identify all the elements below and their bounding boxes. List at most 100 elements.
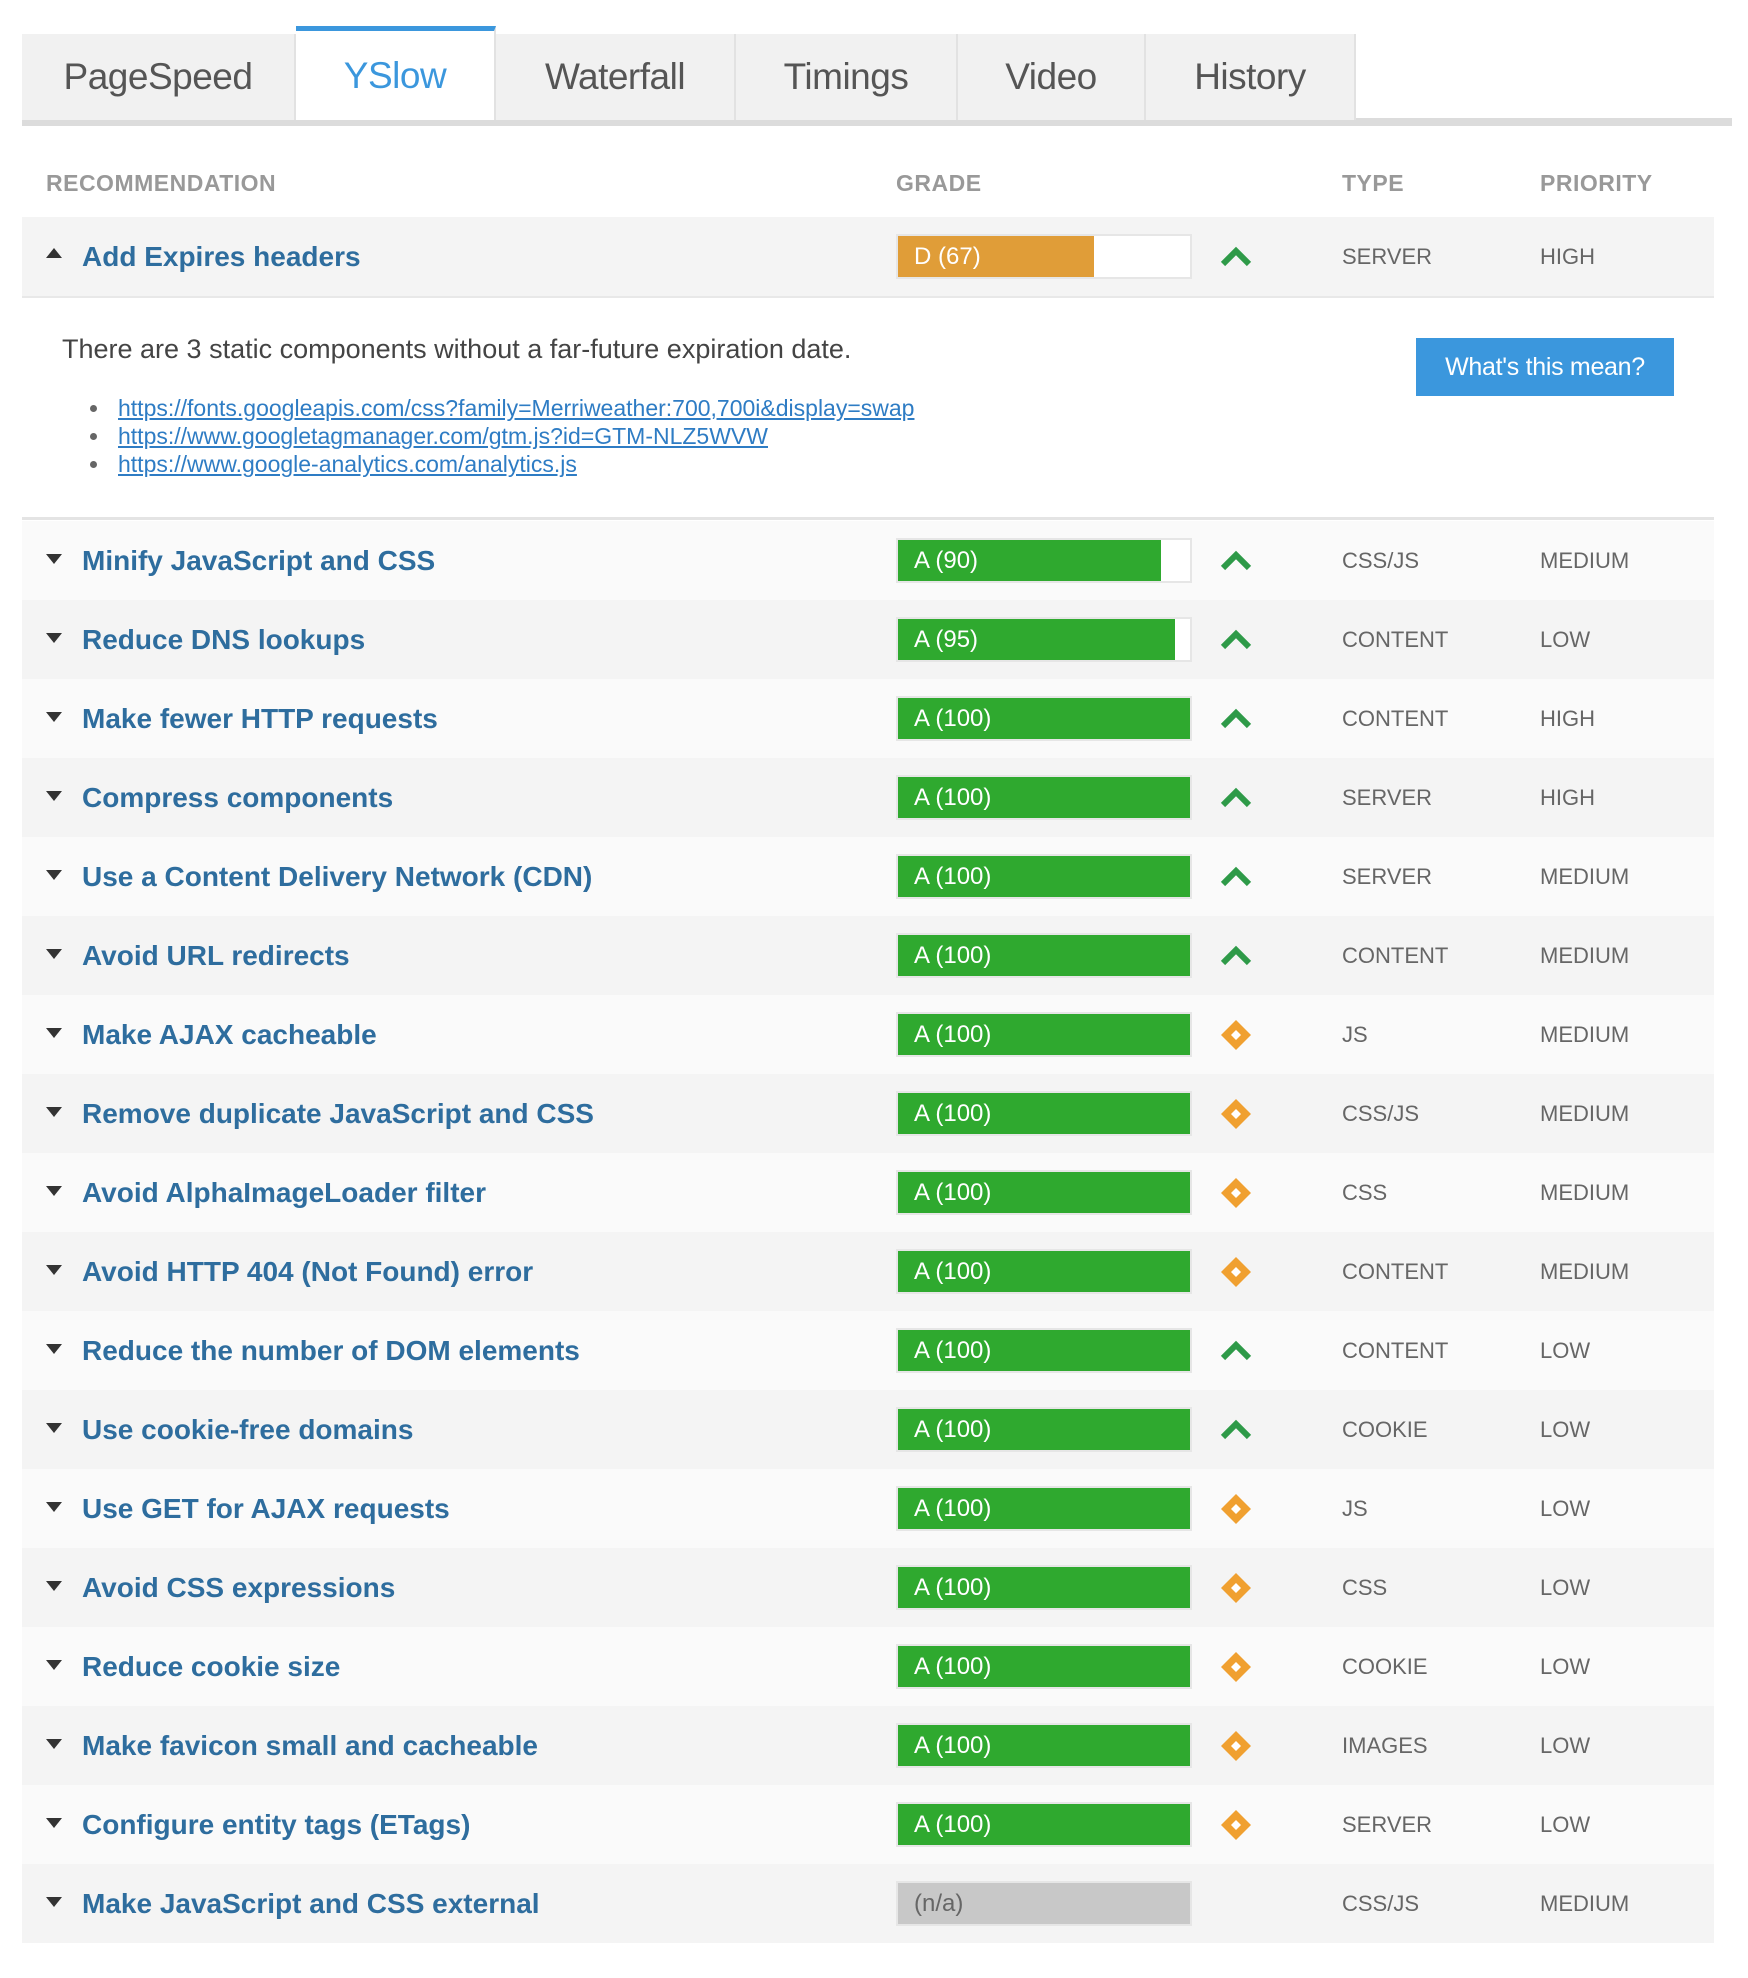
type-label: CONTENT [1342, 1338, 1449, 1363]
collapse-triangle-icon[interactable] [46, 248, 62, 258]
expand-triangle-icon[interactable] [46, 1186, 62, 1196]
tab-waterfall[interactable]: Waterfall [496, 34, 736, 120]
component-link-list: https://fonts.googleapis.com/css?family=… [90, 394, 914, 478]
recommendation-name[interactable]: Make AJAX cacheable [82, 995, 377, 1074]
priority-label: MEDIUM [1540, 1022, 1630, 1047]
grade-bar: A (100) [896, 1328, 1192, 1373]
table-row[interactable]: Avoid HTTP 404 (Not Found) error A (100) C… [22, 1232, 1714, 1311]
table-row[interactable]: Reduce cookie size A (100) COOKIE LOW [22, 1627, 1714, 1706]
table-row[interactable]: Avoid URL redirects A (100) CONTENT MEDIUM [22, 916, 1714, 995]
type-label: CSS/JS [1342, 1101, 1420, 1126]
priority-label: MEDIUM [1540, 1891, 1630, 1916]
table-row[interactable]: Use GET for AJAX requests A (100) JS LOW [22, 1469, 1714, 1548]
recommendation-name[interactable]: Avoid CSS expressions [82, 1548, 395, 1627]
recommendation-name[interactable]: Avoid HTTP 404 (Not Found) error [82, 1232, 533, 1311]
table-row[interactable]: Reduce DNS lookups A (95) CONTENT LOW [22, 600, 1714, 679]
table-row[interactable]: Use cookie-free domains A (100) COOKIE LOW [22, 1390, 1714, 1469]
expand-triangle-icon[interactable] [46, 1660, 62, 1670]
table-row[interactable]: Make favicon small and cacheable A (100) I… [22, 1706, 1714, 1785]
expand-triangle-icon[interactable] [46, 1265, 62, 1275]
grade-label: A (100) [914, 1495, 992, 1522]
table-row[interactable]: Use a Content Delivery Network (CDN) A (1… [22, 837, 1714, 916]
table-row[interactable]: Remove duplicate JavaScript and CSS A (10… [22, 1074, 1714, 1153]
tab-timings[interactable]: Timings [736, 34, 958, 120]
priority-label: MEDIUM [1540, 1180, 1630, 1205]
table-row[interactable]: Reduce the number of DOM elements A (100)… [22, 1311, 1714, 1390]
priority-label: MEDIUM [1540, 1101, 1630, 1126]
expand-triangle-icon[interactable] [46, 1897, 62, 1907]
table-row[interactable]: Add Expires headers D (67) SERVER HIGH [22, 217, 1714, 296]
priority-label: LOW [1540, 627, 1591, 652]
grade-label: A (100) [914, 1337, 992, 1364]
list-item: https://fonts.googleapis.com/css?family=… [90, 394, 914, 422]
chevron-up-icon [1220, 866, 1252, 887]
table-row[interactable]: Make JavaScript and CSS external (n/a) CSS… [22, 1864, 1714, 1943]
expand-triangle-icon[interactable] [46, 1423, 62, 1433]
grade-label: A (100) [914, 784, 992, 811]
recommendation-name[interactable]: Avoid AlphaImageLoader filter [82, 1153, 486, 1232]
priority-label: LOW [1540, 1812, 1591, 1837]
recommendation-name[interactable]: Minify JavaScript and CSS [82, 521, 435, 600]
component-link[interactable]: https://fonts.googleapis.com/css?family=… [118, 395, 914, 421]
tab-pagespeed[interactable]: PageSpeed [22, 34, 296, 120]
expand-triangle-icon[interactable] [46, 1107, 62, 1117]
priority-label: HIGH [1540, 706, 1595, 731]
recommendation-name[interactable]: Add Expires headers [82, 217, 361, 296]
expand-triangle-icon[interactable] [46, 1344, 62, 1354]
tab-history[interactable]: History [1146, 34, 1356, 120]
priority-label: LOW [1540, 1654, 1591, 1679]
recommendation-name[interactable]: Reduce DNS lookups [82, 600, 365, 679]
recommendation-name[interactable]: Avoid URL redirects [82, 916, 350, 995]
component-link[interactable]: https://www.google-analytics.com/analyti… [118, 451, 577, 477]
priority-label: LOW [1540, 1733, 1591, 1758]
grade-bar: D (67) [896, 234, 1192, 279]
recommendation-name[interactable]: Use a Content Delivery Network (CDN) [82, 837, 592, 916]
table-row[interactable]: Avoid AlphaImageLoader filter A (100) CSS M… [22, 1153, 1714, 1232]
table-row[interactable]: Make AJAX cacheable A (100) JS MEDIUM [22, 995, 1714, 1074]
type-label: JS [1342, 1496, 1368, 1521]
recommendation-name[interactable]: Make favicon small and cacheable [82, 1706, 538, 1785]
expand-triangle-icon[interactable] [46, 1581, 62, 1591]
recommendation-name[interactable]: Use cookie-free domains [82, 1390, 413, 1469]
priority-label: LOW [1540, 1338, 1591, 1363]
recommendation-name[interactable]: Use GET for AJAX requests [82, 1469, 450, 1548]
recommendation-name[interactable]: Configure entity tags (ETags) [82, 1785, 470, 1864]
grade-label: A (100) [914, 1258, 992, 1285]
grade-bar: A (100) [896, 933, 1192, 978]
expand-triangle-icon[interactable] [46, 1502, 62, 1512]
table-row[interactable]: Configure entity tags (ETags) A (100) SERV… [22, 1785, 1714, 1864]
recommendation-name[interactable]: Compress components [82, 758, 393, 837]
expand-triangle-icon[interactable] [46, 712, 62, 722]
table-row[interactable]: Make fewer HTTP requests A (100) CONTENT HI… [22, 679, 1714, 758]
expand-triangle-icon[interactable] [46, 554, 62, 564]
type-label: COOKIE [1342, 1654, 1428, 1679]
table-row[interactable]: Avoid CSS expressions A (100) CSS LOW [22, 1548, 1714, 1627]
column-header-type: TYPE [1342, 170, 1405, 196]
type-label: IMAGES [1342, 1733, 1428, 1758]
recommendation-name[interactable]: Remove duplicate JavaScript and CSS [82, 1074, 594, 1153]
grade-bar: A (90) [896, 538, 1192, 583]
expand-triangle-icon[interactable] [46, 949, 62, 959]
tab-yslow[interactable]: YSlow [296, 26, 496, 120]
type-label: CSS [1342, 1575, 1388, 1600]
column-header-recommendation: RECOMMENDATION [46, 170, 277, 196]
recommendation-name[interactable]: Reduce the number of DOM elements [82, 1311, 580, 1390]
table-row[interactable]: Compress components A (100) SERVER HIGH [22, 758, 1714, 837]
detail-description: There are 3 static components without a … [62, 334, 852, 364]
tab-video[interactable]: Video [958, 34, 1146, 120]
expand-triangle-icon[interactable] [46, 870, 62, 880]
recommendation-name[interactable]: Reduce cookie size [82, 1627, 340, 1706]
expand-triangle-icon[interactable] [46, 1818, 62, 1828]
expand-triangle-icon[interactable] [46, 1739, 62, 1749]
expand-triangle-icon[interactable] [46, 1028, 62, 1038]
recommendation-name[interactable]: Make JavaScript and CSS external [82, 1864, 540, 1943]
whats-this-mean-button[interactable]: What's this mean? [1416, 338, 1674, 396]
component-link[interactable]: https://www.googletagmanager.com/gtm.js?… [118, 423, 768, 449]
expand-triangle-icon[interactable] [46, 633, 62, 643]
column-header-grade: GRADE [896, 170, 982, 196]
priority-label: LOW [1540, 1496, 1591, 1521]
grade-label: A (100) [914, 1021, 992, 1048]
expand-triangle-icon[interactable] [46, 791, 62, 801]
table-row[interactable]: Minify JavaScript and CSS A (90) CSS/JS MED… [22, 521, 1714, 600]
recommendation-name[interactable]: Make fewer HTTP requests [82, 679, 438, 758]
